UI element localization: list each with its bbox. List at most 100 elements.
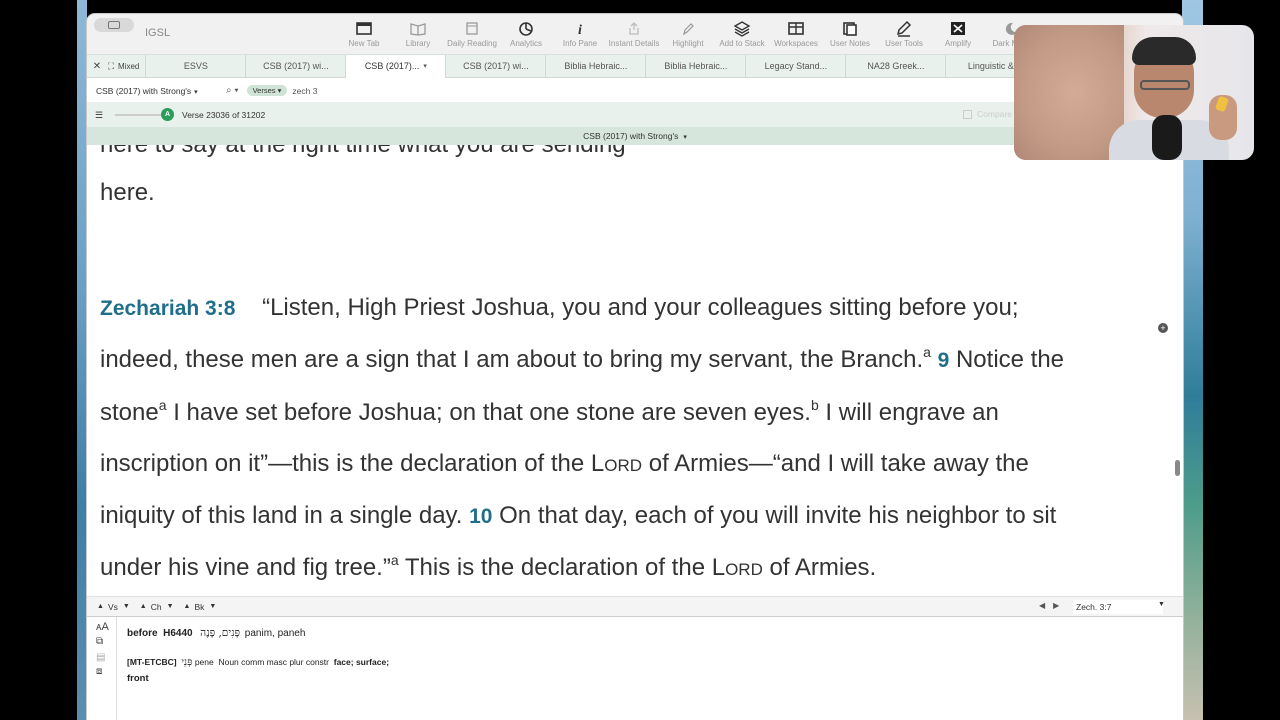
- layout-icon[interactable]: ⛶: [104, 61, 118, 72]
- verse-number[interactable]: 10: [469, 505, 492, 528]
- new-tab-button[interactable]: New Tab: [337, 20, 391, 48]
- gloss-continued: front: [127, 673, 149, 684]
- webcam-glasses: [1140, 80, 1190, 90]
- desktop-background-left: [77, 0, 87, 720]
- analytics-button[interactable]: Analytics: [499, 20, 553, 48]
- tab-label: CSB (2017)...: [364, 61, 420, 71]
- footnote-marker[interactable]: a: [391, 552, 399, 568]
- source-tag: [MT-ETCBC]: [127, 657, 177, 667]
- user-tools-icon: [896, 20, 912, 37]
- text-line: iniquity of this land in a single day. 1…: [100, 502, 1056, 531]
- back-forward-arrows-icon[interactable]: ◀▶: [1039, 601, 1067, 610]
- tab-csb-1[interactable]: CSB (2017) wi...: [245, 54, 345, 78]
- book-stepper[interactable]: ▲ Bk ▼: [184, 602, 217, 612]
- list-icon[interactable]: ☰: [95, 110, 105, 121]
- close-icon[interactable]: ✕: [90, 61, 104, 72]
- chevron-down-icon[interactable]: ▼: [1158, 601, 1165, 608]
- info-icon: i: [578, 23, 582, 37]
- footnote-marker[interactable]: b: [811, 397, 819, 413]
- compare-checkbox[interactable]: Compare: [963, 109, 1012, 119]
- svg-text:i: i: [578, 23, 582, 37]
- transliteration: panim, paneh: [244, 628, 306, 639]
- scrollbar[interactable]: [1173, 145, 1183, 605]
- toolbar-label: Amplify: [944, 39, 972, 48]
- book-stepper-label: Bk: [194, 601, 205, 612]
- verse-number[interactable]: 9: [938, 349, 950, 372]
- lemma: pene: [194, 657, 214, 667]
- user-notes-button[interactable]: User Notes: [823, 20, 877, 48]
- tab-label: CSB (2017) wi...: [463, 61, 529, 71]
- library-button[interactable]: Library: [391, 20, 445, 48]
- webcam-hair: [1132, 37, 1196, 65]
- footnote-marker[interactable]: a: [923, 344, 931, 360]
- tab-na28-greek[interactable]: NA28 Greek...: [845, 54, 945, 78]
- tab-biblia-hebraica-1[interactable]: Biblia Hebraic...: [545, 54, 645, 78]
- share-icon: [629, 22, 639, 35]
- workspaces-button[interactable]: Workspaces: [769, 20, 823, 48]
- daily-reading-button[interactable]: Daily Reading: [445, 20, 499, 48]
- verse-text: This is the declaration of the: [404, 554, 706, 581]
- lord-small-caps: Lord: [711, 554, 763, 581]
- toolbar-label: Analytics: [509, 39, 542, 48]
- verse-counter: Verse 23036 of 31202: [182, 110, 266, 120]
- tab-group-mixed[interactable]: Mixed: [118, 62, 139, 71]
- verse-stepper[interactable]: ▲ Vs ▼: [97, 602, 130, 612]
- instant-details-button[interactable]: Instant Details: [607, 20, 661, 48]
- scrollbar-thumb[interactable]: [1175, 460, 1180, 476]
- add-to-stack-button[interactable]: Add to Stack: [715, 20, 769, 48]
- verse-text: Notice the: [955, 346, 1065, 373]
- verse-slider[interactable]: A: [115, 108, 174, 121]
- add-icon[interactable]: +: [1158, 323, 1168, 333]
- sidebar-icon: [108, 21, 120, 29]
- morphology-entry: [MT-ETCBC] פְּנֵי pene Noun comm masc pl…: [127, 657, 389, 668]
- verse-text: stone: [100, 399, 159, 426]
- toolbar-label: Add to Stack: [719, 39, 765, 48]
- tab-csb-2[interactable]: CSB (2017) wi...: [445, 54, 545, 78]
- user-tools-button[interactable]: User Tools: [877, 20, 931, 48]
- resource-select[interactable]: CSB (2017) with Strong's ▾: [96, 86, 216, 96]
- highlight-button[interactable]: Highlight: [661, 20, 715, 48]
- tab-csb-active[interactable]: CSB (2017)... ▾: [345, 54, 446, 78]
- chevron-down-icon: ▾: [194, 88, 198, 96]
- up-arrow-icon: ▲: [139, 603, 147, 610]
- search-input[interactable]: [292, 85, 493, 96]
- verse-reference[interactable]: Zechariah 3:8: [100, 297, 235, 320]
- text-line: under his vine and fig tree.”a This is t…: [100, 552, 877, 582]
- copy-icon[interactable]: ⧉: [96, 636, 103, 647]
- text-size-icon[interactable]: ᴀA: [96, 621, 109, 633]
- reference-field[interactable]: Zech. 3:7: [1073, 600, 1163, 614]
- search-icon[interactable]: ⌕ ▾: [226, 85, 239, 96]
- verse-text: of Armies.: [769, 554, 877, 581]
- search-mode-chip[interactable]: Verses ▾: [246, 85, 288, 96]
- checkbox-icon: [963, 109, 972, 119]
- text-line: Zechariah 3:8 “Listen, High Priest Joshu…: [100, 294, 1019, 323]
- tab-esvs[interactable]: ESVS: [145, 54, 245, 78]
- verse-text: I have set before Joshua; on that one st…: [173, 399, 811, 426]
- verse-text: inscription on it”—this is the declarati…: [100, 450, 585, 477]
- toolbar-label: Instant Details: [608, 39, 660, 48]
- window-controls-button[interactable]: [94, 18, 134, 32]
- amplify-button[interactable]: Amplify: [931, 20, 985, 48]
- verse-text: I will engrave an: [825, 399, 999, 426]
- tab-legacy-standard[interactable]: Legacy Stand...: [745, 54, 845, 78]
- detach-icon[interactable]: ⧈: [96, 666, 102, 677]
- webcam-overlay: [1014, 25, 1254, 160]
- strongs-number[interactable]: H6440: [163, 628, 192, 639]
- verse-text: indeed, these men are a sign that I am a…: [100, 346, 924, 373]
- microphone-icon: [1152, 115, 1182, 160]
- verse-slider-knob[interactable]: A: [161, 108, 174, 121]
- notes-icon: [843, 22, 857, 36]
- chapter-stepper[interactable]: ▲ Ch ▼: [140, 602, 174, 612]
- footnote-marker[interactable]: a: [159, 397, 167, 413]
- toolbar-label: User Notes: [829, 39, 870, 48]
- partially-scrolled-line: here to say at the right time what you a…: [100, 145, 626, 159]
- info-pane-button[interactable]: i Info Pane: [553, 20, 607, 48]
- hebrew-form: פְּנֵי: [181, 657, 193, 668]
- calendar-icon: [466, 22, 478, 35]
- tab-label: CSB (2017) wi...: [263, 61, 329, 71]
- lord-small-caps: Lord: [590, 450, 643, 477]
- library-icon: [410, 23, 426, 36]
- verse-text: under his vine and fig tree.”: [100, 554, 391, 581]
- clipboard-icon[interactable]: ▤: [96, 652, 105, 663]
- tab-biblia-hebraica-2[interactable]: Biblia Hebraic...: [645, 54, 745, 78]
